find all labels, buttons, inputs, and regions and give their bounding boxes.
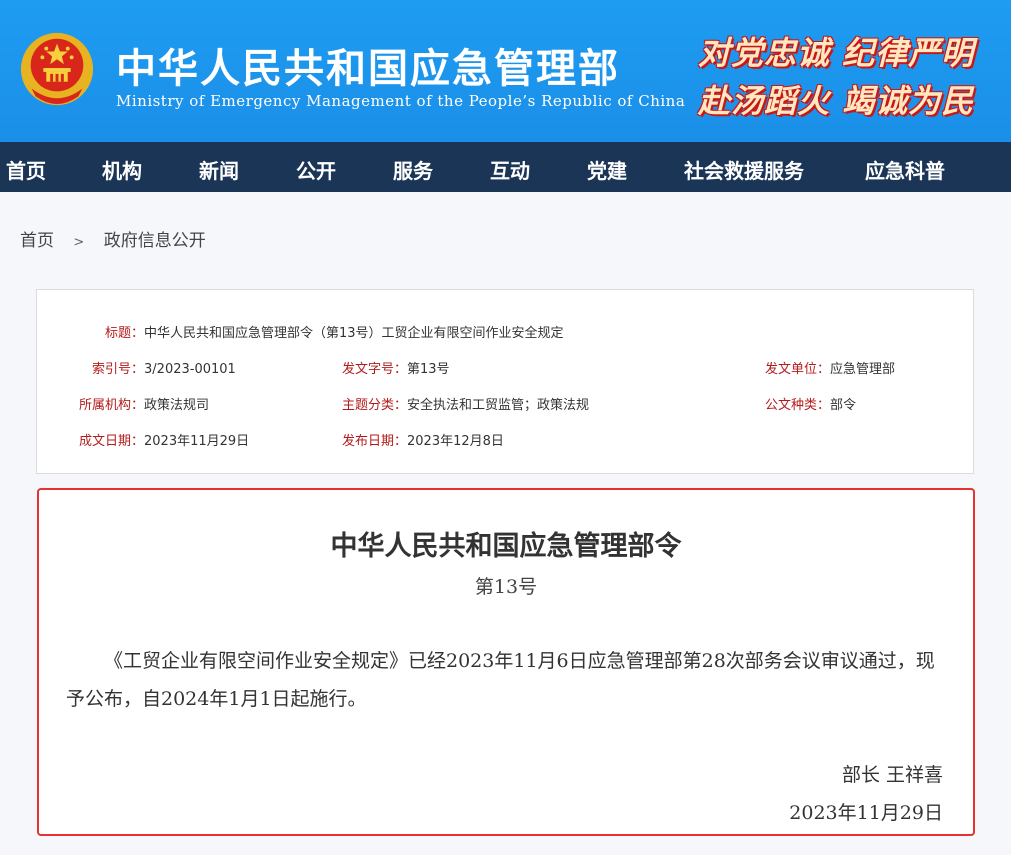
info-index-label: 索引号： [92, 362, 145, 377]
info-written-label: 成文日期： [79, 434, 145, 449]
info-index-row: 索引号：3/2023-00101 [92, 358, 236, 377]
info-docno-label: 发文字号： [342, 362, 408, 377]
info-docno-row: 发文字号：第13号 [342, 358, 450, 377]
nav-item-home[interactable]: 首页 [6, 155, 46, 184]
info-topic-label: 主题分类： [342, 398, 408, 413]
national-emblem-icon[interactable] [18, 30, 96, 108]
nav-item-science[interactable]: 应急科普 [865, 155, 945, 184]
slogan-line-1: 对党忠诚 纪律严明 [698, 34, 975, 72]
info-index-value: 3/2023-00101 [144, 362, 236, 377]
nav-item-interaction[interactable]: 互动 [490, 155, 530, 184]
info-type-label: 公文种类： [765, 398, 831, 413]
nav-item-news[interactable]: 新闻 [199, 155, 239, 184]
breadcrumb: 首页 > 政府信息公开 [20, 226, 206, 251]
info-issuer-row: 发文单位：应急管理部 [765, 358, 895, 377]
info-type-row: 公文种类：部令 [765, 394, 856, 413]
document-date: 2023年11月29日 [789, 802, 943, 824]
document-title: 中华人民共和国应急管理部令 [330, 531, 682, 562]
document-number: 第13号 [474, 576, 538, 598]
site-header: 中华人民共和国应急管理部 Ministry of Emergency Manag… [0, 0, 1011, 142]
nav-item-rescue-services[interactable]: 社会救援服务 [684, 155, 804, 184]
nav-item-disclosure[interactable]: 公开 [296, 155, 336, 184]
info-title-row: 标题：中华人民共和国应急管理部令（第13号）工贸企业有限空间作业安全规定 [105, 322, 564, 341]
info-org-row: 所属机构：政策法规司 [79, 394, 209, 413]
breadcrumb-separator: > [73, 235, 85, 250]
nav-item-party[interactable]: 党建 [587, 155, 627, 184]
info-published-label: 发布日期： [342, 434, 408, 449]
info-docno-value: 第13号 [407, 362, 450, 377]
document-signer: 部长 王祥喜 [841, 764, 943, 786]
document-content: 中华人民共和国应急管理部令 第13号 《工贸企业有限空间作业安全规定》已经202… [37, 488, 975, 836]
document-info-panel: 标题：中华人民共和国应急管理部令（第13号）工贸企业有限空间作业安全规定 索引号… [36, 289, 974, 474]
info-title-label: 标题： [105, 326, 145, 341]
breadcrumb-current[interactable]: 政府信息公开 [104, 231, 206, 251]
info-issuer-label: 发文单位： [765, 362, 831, 377]
info-org-value: 政策法规司 [144, 398, 210, 413]
info-issuer-value: 应急管理部 [830, 362, 896, 377]
nav-item-organization[interactable]: 机构 [102, 155, 142, 184]
info-topic-value: 安全执法和工贸监管；政策法规 [407, 398, 590, 413]
info-org-label: 所属机构： [79, 398, 145, 413]
slogan-line-2: 赴汤蹈火 竭诚为民 [698, 82, 975, 120]
info-topic-row: 主题分类：安全执法和工贸监管；政策法规 [342, 394, 589, 413]
info-written-row: 成文日期：2023年11月29日 [79, 430, 249, 449]
site-subtitle: Ministry of Emergency Management of the … [116, 92, 686, 110]
nav-item-services[interactable]: 服务 [393, 155, 433, 184]
document-body: 《工贸企业有限空间作业安全规定》已经2023年11月6日应急管理部第28次部务会… [66, 650, 935, 710]
site-title[interactable]: 中华人民共和国应急管理部 [116, 36, 620, 94]
info-title-value: 中华人民共和国应急管理部令（第13号）工贸企业有限空间作业安全规定 [144, 326, 564, 341]
info-type-value: 部令 [830, 398, 857, 413]
info-published-value: 2023年12月8日 [407, 434, 504, 449]
info-written-value: 2023年11月29日 [144, 434, 250, 449]
breadcrumb-home-link[interactable]: 首页 [20, 231, 54, 251]
info-published-row: 发布日期：2023年12月8日 [342, 430, 504, 449]
